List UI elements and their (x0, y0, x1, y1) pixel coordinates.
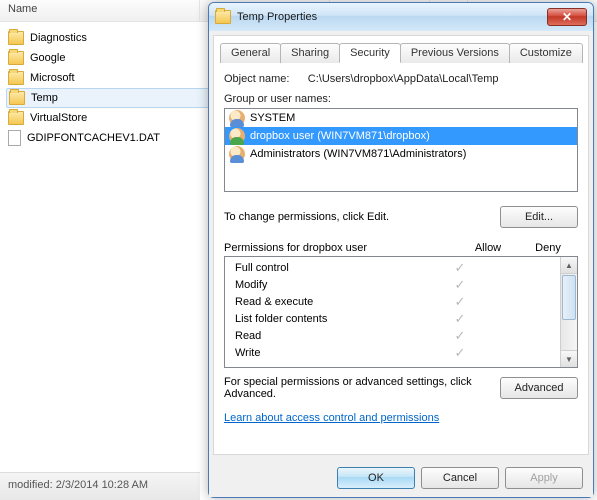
permission-name: Full control (235, 262, 430, 274)
tab-security[interactable]: Security (339, 43, 401, 63)
item-label: VirtualStore (30, 112, 87, 124)
permission-name: Write (235, 347, 430, 359)
users-group-icon (229, 110, 245, 126)
ok-button[interactable]: OK (337, 467, 415, 489)
dialog-body: GeneralSharingSecurityPrevious VersionsC… (213, 35, 589, 455)
user-listbox[interactable]: SYSTEM dropbox user (WIN7VM871\dropbox) Ad… (224, 108, 578, 192)
folder-icon (8, 51, 24, 65)
user-label: dropbox user (WIN7VM871\dropbox) (250, 130, 430, 142)
folder-icon (8, 111, 24, 125)
users-group-icon (229, 146, 245, 162)
folder-icon (8, 71, 24, 85)
user-item[interactable]: SYSTEM (225, 109, 577, 127)
advanced-hint: For special permissions or advanced sett… (224, 376, 490, 400)
item-label: Diagnostics (30, 32, 87, 44)
col-name[interactable]: Name (0, 0, 200, 21)
dialog-title: Temp Properties (237, 11, 541, 23)
advanced-button[interactable]: Advanced (500, 377, 578, 399)
properties-dialog: Temp Properties ✕ GeneralSharingSecurity… (208, 2, 594, 498)
status-bar: modified: 2/3/2014 10:28 AM (0, 472, 200, 500)
permission-row: Read✓ (225, 327, 560, 344)
scroll-down-icon[interactable]: ▼ (561, 350, 577, 367)
item-label: Temp (31, 92, 58, 104)
item-label: Google (30, 52, 65, 64)
allow-check-icon: ✓ (430, 311, 490, 327)
allow-check-icon: ✓ (430, 277, 490, 293)
user-item[interactable]: Administrators (WIN7VM871\Administrators… (225, 145, 577, 163)
learn-link[interactable]: Learn about access control and permissio… (224, 412, 578, 424)
user-label: SYSTEM (250, 112, 295, 124)
group-users-label: Group or user names: (224, 93, 578, 105)
allow-check-icon: ✓ (430, 345, 490, 361)
user-icon (229, 128, 245, 144)
titlebar[interactable]: Temp Properties ✕ (209, 3, 593, 31)
permission-row: Modify✓ (225, 276, 560, 293)
object-name-value: C:\Users\dropbox\AppData\Local\Temp (308, 73, 499, 85)
scroll-up-icon[interactable]: ▲ (561, 257, 577, 274)
tab-general[interactable]: General (220, 43, 281, 63)
scrollbar[interactable]: ▲ ▼ (560, 257, 577, 367)
dialog-footer: OK Cancel Apply (209, 459, 593, 497)
permission-name: Modify (235, 279, 430, 291)
permission-row: Read & execute✓ (225, 293, 560, 310)
edit-hint: To change permissions, click Edit. (224, 211, 389, 223)
edit-button[interactable]: Edit... (500, 206, 578, 228)
permission-row: Write✓ (225, 344, 560, 361)
permission-name: List folder contents (235, 313, 430, 325)
folder-icon (215, 10, 231, 24)
permission-row: List folder contents✓ (225, 310, 560, 327)
user-label: Administrators (WIN7VM871\Administrators… (250, 148, 466, 160)
allow-check-icon: ✓ (430, 260, 490, 276)
object-name-label: Object name: (224, 73, 289, 85)
permission-name: Read (235, 330, 430, 342)
user-item[interactable]: dropbox user (WIN7VM871\dropbox) (225, 127, 577, 145)
folder-icon (8, 31, 24, 45)
cancel-button[interactable]: Cancel (421, 467, 499, 489)
permission-row: Full control✓ (225, 259, 560, 276)
apply-button[interactable]: Apply (505, 467, 583, 489)
folder-icon (9, 91, 25, 105)
scroll-thumb[interactable] (562, 275, 576, 320)
item-label: GDIPFONTCACHEV1.DAT (27, 132, 160, 144)
tab-sharing[interactable]: Sharing (280, 43, 340, 63)
tab-customize[interactable]: Customize (509, 43, 583, 63)
allow-header: Allow (458, 242, 518, 254)
object-name-row: Object name: C:\Users\dropbox\AppData\Lo… (224, 73, 578, 85)
allow-check-icon: ✓ (430, 294, 490, 310)
file-icon (8, 130, 21, 146)
allow-check-icon: ✓ (430, 328, 490, 344)
permissions-listbox: Full control✓Modify✓Read & execute✓List … (224, 256, 578, 368)
item-label: Microsoft (30, 72, 75, 84)
deny-header: Deny (518, 242, 578, 254)
tab-previous-versions[interactable]: Previous Versions (400, 43, 510, 63)
close-button[interactable]: ✕ (547, 8, 587, 26)
tab-strip: GeneralSharingSecurityPrevious VersionsC… (220, 42, 582, 63)
perm-header: Permissions for dropbox user (224, 242, 458, 254)
permission-name: Read & execute (235, 296, 430, 308)
